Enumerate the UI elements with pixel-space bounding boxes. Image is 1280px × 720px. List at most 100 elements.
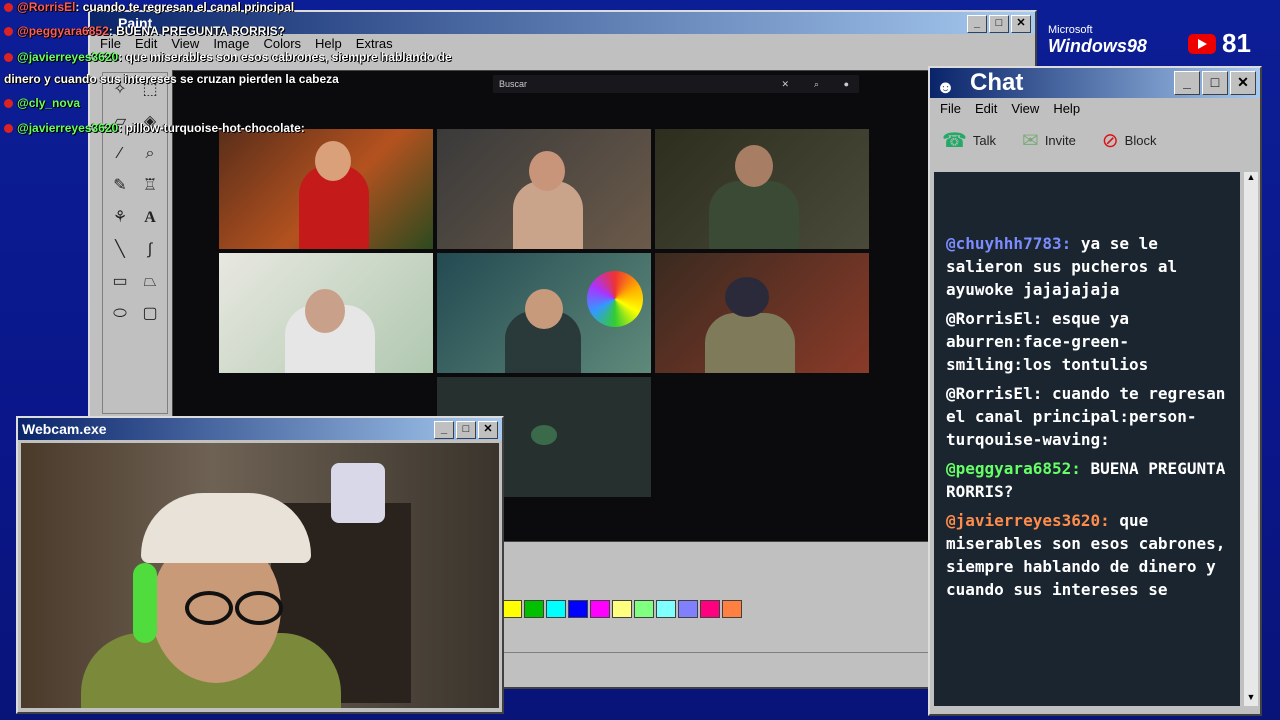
video-tile bbox=[655, 129, 869, 249]
status-dot-icon bbox=[4, 3, 13, 13]
pencil-icon[interactable]: ✎ bbox=[107, 173, 133, 199]
color-swatch[interactable] bbox=[590, 600, 610, 618]
chat-username: @peggyara6852: bbox=[946, 459, 1081, 478]
chat-tool-talk[interactable]: ☎ Talk bbox=[942, 128, 996, 153]
brand-name: Windows98 bbox=[1048, 36, 1147, 56]
chat-window: ☻ Chat _ □ ✕ File Edit View Help ☎ Talk ✉ Invi… bbox=[928, 66, 1262, 716]
chat-tool-block[interactable]: ⊘ Block bbox=[1102, 128, 1157, 153]
color-swatch[interactable] bbox=[502, 600, 522, 618]
webcam-window: Webcam.exe _ □ ✕ bbox=[16, 416, 504, 714]
scroll-up-icon[interactable]: ▲ bbox=[1244, 172, 1258, 186]
mic-icon[interactable]: ● bbox=[844, 75, 849, 93]
maximize-button[interactable]: □ bbox=[989, 15, 1009, 33]
viewer-count: 81 bbox=[1188, 28, 1251, 59]
menu-item[interactable]: View bbox=[1011, 98, 1039, 120]
text-icon[interactable]: A bbox=[137, 205, 163, 231]
chat-menubar: File Edit View Help bbox=[930, 98, 1260, 120]
chat-title: Chat bbox=[970, 69, 1024, 96]
overlay-text: dinero y cuando sus intereses se cruzan … bbox=[4, 72, 339, 86]
line-icon[interactable]: ╲ bbox=[107, 237, 133, 263]
minimize-button[interactable]: _ bbox=[434, 421, 454, 439]
video-tile bbox=[437, 129, 651, 249]
chat-username: @chuyhhh7783: bbox=[946, 234, 1072, 253]
overlay-text: : pillow-turquoise-hot-chocolate: bbox=[118, 121, 305, 135]
invite-icon: ✉ bbox=[1022, 129, 1039, 152]
chat-message: @peggyara6852: BUENA PREGUNTA RORRIS? bbox=[946, 457, 1226, 503]
magnifier-icon[interactable]: ⌕ bbox=[137, 141, 163, 167]
video-tile bbox=[437, 253, 651, 373]
overlay-username: @javierreyes3620 bbox=[17, 121, 119, 135]
webcam-titlebar[interactable]: Webcam.exe _ □ ✕ bbox=[18, 418, 502, 440]
ellipse-icon[interactable]: ⬭ bbox=[107, 301, 133, 327]
chat-tool-label: Invite bbox=[1044, 132, 1076, 148]
chat-username: @RorrisEl: bbox=[946, 309, 1043, 328]
chat-username: @RorrisEl: bbox=[946, 384, 1043, 403]
minimize-button[interactable]: _ bbox=[1174, 71, 1200, 95]
overlay-chat-message: @RorrisEl: cuando te regresan el canal p… bbox=[4, 0, 294, 14]
overlay-username: @cly_nova bbox=[17, 96, 81, 110]
chat-titlebar[interactable]: ☻ Chat _ □ ✕ bbox=[930, 68, 1260, 98]
video-tile bbox=[219, 253, 433, 373]
color-swatch[interactable] bbox=[568, 600, 588, 618]
overlay-username: @RorrisEl bbox=[17, 0, 76, 14]
scroll-down-icon[interactable]: ▼ bbox=[1244, 692, 1258, 706]
overlay-chat-message: @javierreyes3620: que miserables son eso… bbox=[4, 50, 452, 64]
color-swatch[interactable] bbox=[546, 600, 566, 618]
color-swatch[interactable] bbox=[612, 600, 632, 618]
overlay-text: : cuando te regresan el canal principal bbox=[75, 0, 295, 14]
windows98-logo: Microsoft Windows98 bbox=[1048, 24, 1147, 57]
overlay-text: : BUENA PREGUNTA RORRIS? bbox=[108, 24, 285, 38]
overlay-chat-message: @cly_nova bbox=[4, 96, 80, 110]
chat-tool-invite[interactable]: ✉ Invite bbox=[1022, 128, 1076, 153]
chat-scrollbar[interactable]: ▲ ▼ bbox=[1244, 172, 1258, 706]
viewer-number: 81 bbox=[1222, 28, 1251, 58]
chat-tool-label: Talk bbox=[972, 132, 997, 148]
close-button[interactable]: ✕ bbox=[1230, 71, 1256, 95]
airbrush-icon[interactable]: ⚘ bbox=[107, 205, 133, 231]
color-palette bbox=[502, 600, 742, 618]
block-icon: ⊘ bbox=[1101, 129, 1119, 152]
maximize-button[interactable]: □ bbox=[456, 421, 476, 439]
search-input[interactable]: Buscar bbox=[499, 79, 527, 89]
maximize-button[interactable]: □ bbox=[1202, 71, 1228, 95]
chat-message: @RorrisEl: cuando te regresan el canal p… bbox=[946, 382, 1226, 451]
video-tile bbox=[219, 129, 433, 249]
webcam-feed bbox=[21, 443, 499, 708]
brush-icon[interactable]: ♖ bbox=[137, 173, 163, 199]
chat-message: @javierreyes3620: que miserables son eso… bbox=[946, 509, 1226, 601]
rectangle-icon[interactable]: ▭ bbox=[107, 269, 133, 295]
clear-icon[interactable]: ✕ bbox=[781, 75, 789, 93]
chat-message: @chuyhhh7783: ya se le salieron sus puch… bbox=[946, 232, 1226, 301]
search-icon[interactable]: ⌕ bbox=[814, 75, 819, 93]
close-button[interactable]: ✕ bbox=[478, 421, 498, 439]
overlay-chat-message: @peggyara6852: BUENA PREGUNTA RORRIS? bbox=[4, 24, 285, 38]
overlay-text: : que miserables son esos cabrones, siem… bbox=[118, 50, 452, 64]
search-bar[interactable]: Buscar ✕ ⌕ ● bbox=[493, 75, 859, 93]
status-dot-icon bbox=[4, 99, 13, 109]
color-swatch[interactable] bbox=[678, 600, 698, 618]
color-swatch[interactable] bbox=[524, 600, 544, 618]
menu-item[interactable]: Help bbox=[1053, 98, 1080, 120]
color-swatch[interactable] bbox=[700, 600, 720, 618]
minimize-button[interactable]: _ bbox=[967, 15, 987, 33]
polygon-icon[interactable]: ⏢ bbox=[137, 269, 163, 295]
chat-username: @javierreyes3620: bbox=[946, 511, 1110, 530]
color-swatch[interactable] bbox=[634, 600, 654, 618]
chat-message: @RorrisEl: esque ya aburren:face-green-s… bbox=[946, 307, 1226, 376]
brand-top: Microsoft bbox=[1048, 24, 1093, 36]
overlay-username: @javierreyes3620 bbox=[17, 50, 119, 64]
people-icon: ☻ bbox=[936, 77, 955, 97]
webcam-title: Webcam.exe bbox=[22, 421, 107, 437]
picker-icon[interactable]: ⁄ bbox=[107, 141, 133, 167]
overlay-chat-message: dinero y cuando sus intereses se cruzan … bbox=[4, 72, 339, 86]
menu-item[interactable]: Edit bbox=[975, 98, 997, 120]
youtube-icon bbox=[1188, 33, 1216, 54]
chat-tool-label: Block bbox=[1124, 132, 1157, 148]
curve-icon[interactable]: ∫ bbox=[137, 237, 163, 263]
color-swatch[interactable] bbox=[656, 600, 676, 618]
phone-icon: ☎ bbox=[942, 129, 967, 152]
rounded-rect-icon[interactable]: ▢ bbox=[137, 301, 163, 327]
status-dot-icon bbox=[4, 124, 13, 134]
color-swatch[interactable] bbox=[722, 600, 742, 618]
close-button[interactable]: ✕ bbox=[1011, 15, 1031, 33]
